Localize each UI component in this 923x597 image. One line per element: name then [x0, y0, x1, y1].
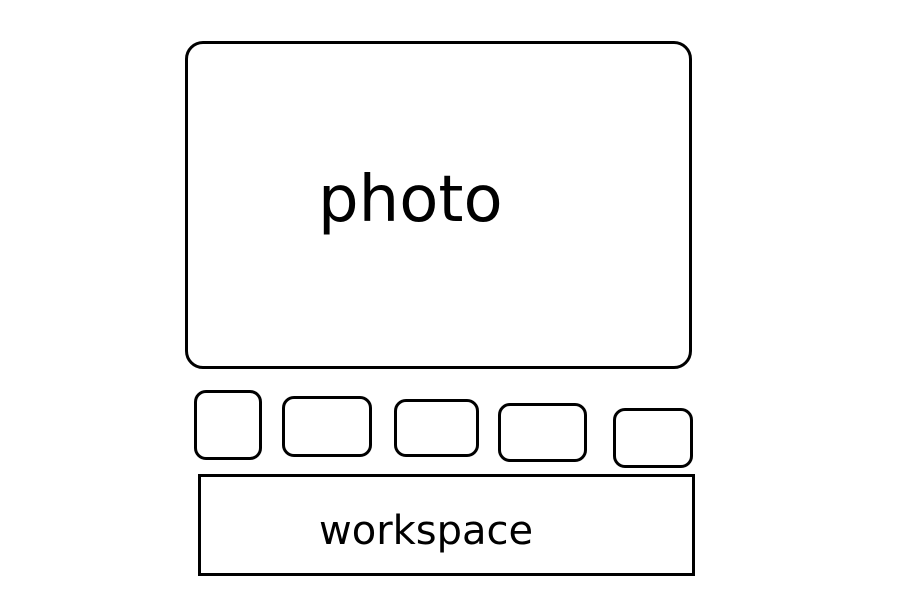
photo-label: photo [318, 163, 503, 237]
workspace-label: workspace [319, 508, 534, 554]
thumbnail-2 [282, 396, 372, 457]
thumbnail-5 [613, 408, 693, 468]
thumbnail-4 [498, 403, 587, 462]
thumbnail-3 [394, 399, 479, 457]
workspace-panel: workspace [198, 474, 695, 576]
photo-panel: photo [185, 41, 692, 369]
thumbnail-1 [194, 390, 262, 460]
